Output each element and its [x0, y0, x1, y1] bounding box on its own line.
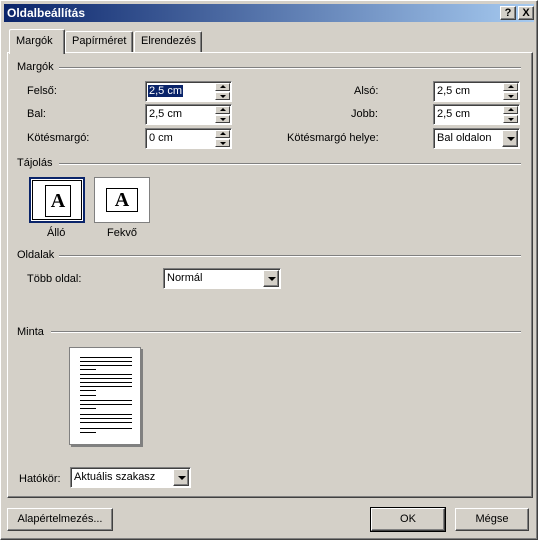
apply-to-label: Hatókör: — [19, 473, 61, 485]
preview-text-line — [80, 365, 132, 366]
pages-divider — [59, 255, 521, 257]
gutter-value[interactable]: 0 cm — [149, 132, 173, 144]
margins-divider — [59, 67, 521, 69]
preview-text-line — [80, 361, 132, 362]
right-margin-down-arrow-icon[interactable] — [503, 115, 518, 123]
window-title: Oldalbeállítás — [7, 6, 86, 20]
preview-text-line — [80, 382, 132, 383]
preview-text-line — [80, 374, 132, 375]
gutter-label: Kötésmargó: — [27, 132, 90, 144]
left-margin-up-arrow-icon[interactable] — [215, 106, 230, 114]
left-margin-value[interactable]: 2,5 cm — [149, 108, 182, 120]
top-margin-label: Felső: — [27, 85, 57, 97]
pages-group-title: Oldalak — [17, 249, 55, 261]
page-setup-dialog: Oldalbeállítás ? X Margók Papírméret Elr… — [0, 0, 538, 540]
orientation-divider — [59, 163, 521, 165]
preview-text-line — [80, 395, 96, 396]
left-margin-spinner[interactable]: 2,5 cm — [145, 104, 232, 125]
landscape-button[interactable]: A — [94, 177, 150, 223]
multiple-pages-dropdown-icon[interactable] — [263, 270, 279, 287]
bottom-margin-label: Alsó: — [354, 85, 379, 97]
gutter-position-select[interactable]: Bal oldalon — [433, 128, 520, 149]
multiple-pages-value: Normál — [167, 272, 203, 284]
apply-to-dropdown-icon[interactable] — [173, 469, 189, 486]
orientation-group-title: Tájolás — [17, 157, 53, 169]
preview-text-line — [80, 428, 132, 429]
preview-text-line — [80, 422, 132, 423]
preview-text-line — [80, 400, 132, 401]
portrait-page-icon: A — [45, 185, 71, 217]
ok-button[interactable]: OK — [370, 507, 446, 532]
bottom-margin-down-arrow-icon[interactable] — [503, 92, 518, 100]
landscape-page-icon: A — [106, 188, 138, 212]
landscape-label: Fekvő — [107, 227, 137, 239]
right-margin-up-arrow-icon[interactable] — [503, 106, 518, 114]
multiple-pages-select[interactable]: Normál — [163, 268, 281, 289]
title-bar[interactable]: Oldalbeállítás ? X — [4, 4, 534, 22]
preview-text-line — [80, 369, 96, 370]
gutter-position-dropdown-icon[interactable] — [502, 130, 518, 147]
portrait-button[interactable]: A — [29, 177, 85, 223]
cancel-button[interactable]: Mégse — [455, 508, 529, 531]
gutter-down-arrow-icon[interactable] — [215, 139, 230, 147]
gutter-spinner[interactable]: 0 cm — [145, 128, 232, 149]
preview-text-line — [80, 357, 132, 358]
gutter-position-value: Bal oldalon — [437, 132, 492, 144]
left-margin-label: Bal: — [27, 108, 46, 120]
portrait-label: Álló — [47, 227, 66, 239]
top-margin-down-arrow-icon[interactable] — [215, 92, 230, 100]
default-button[interactable]: Alapértelmezés... — [7, 508, 113, 531]
gutter-position-label: Kötésmargó helye: — [287, 132, 379, 144]
tab-margins-label: Margók — [16, 35, 53, 47]
top-margin-value[interactable]: 2,5 cm — [148, 85, 184, 97]
bottom-margin-up-arrow-icon[interactable] — [503, 83, 518, 91]
tab-paper-size[interactable]: Papírméret — [65, 31, 133, 53]
preview-text-line — [80, 418, 132, 419]
bottom-margin-value[interactable]: 2,5 cm — [437, 85, 470, 97]
gutter-up-arrow-icon[interactable] — [215, 130, 230, 138]
preview-text-line — [80, 386, 132, 387]
page-preview — [69, 347, 141, 445]
apply-to-value: Aktuális szakasz — [74, 471, 156, 483]
margins-group-title: Margók — [17, 61, 54, 73]
preview-divider — [51, 331, 521, 333]
right-margin-spinner[interactable]: 2,5 cm — [433, 104, 520, 125]
bottom-margin-spinner[interactable]: 2,5 cm — [433, 81, 520, 102]
left-margin-down-arrow-icon[interactable] — [215, 115, 230, 123]
apply-to-select[interactable]: Aktuális szakasz — [70, 467, 191, 488]
tab-layout[interactable]: Elrendezés — [134, 31, 202, 53]
preview-text-line — [80, 432, 96, 433]
right-margin-value[interactable]: 2,5 cm — [437, 108, 470, 120]
right-margin-label: Jobb: — [351, 108, 378, 120]
preview-text-line — [80, 378, 132, 379]
top-margin-up-arrow-icon[interactable] — [215, 83, 230, 91]
preview-group-title: Minta — [17, 326, 44, 338]
preview-text-line — [80, 404, 132, 405]
tab-margins[interactable]: Margók — [9, 29, 65, 54]
tab-layout-label: Elrendezés — [141, 35, 197, 47]
tab-paper-size-label: Papírméret — [72, 35, 127, 47]
help-button[interactable]: ? — [500, 6, 516, 20]
preview-text-line — [80, 390, 96, 391]
top-margin-spinner[interactable]: 2,5 cm — [145, 81, 232, 102]
preview-text-line — [80, 414, 132, 415]
preview-text-line — [80, 408, 96, 409]
close-button[interactable]: X — [518, 6, 534, 20]
multiple-pages-label: Több oldal: — [27, 273, 82, 285]
